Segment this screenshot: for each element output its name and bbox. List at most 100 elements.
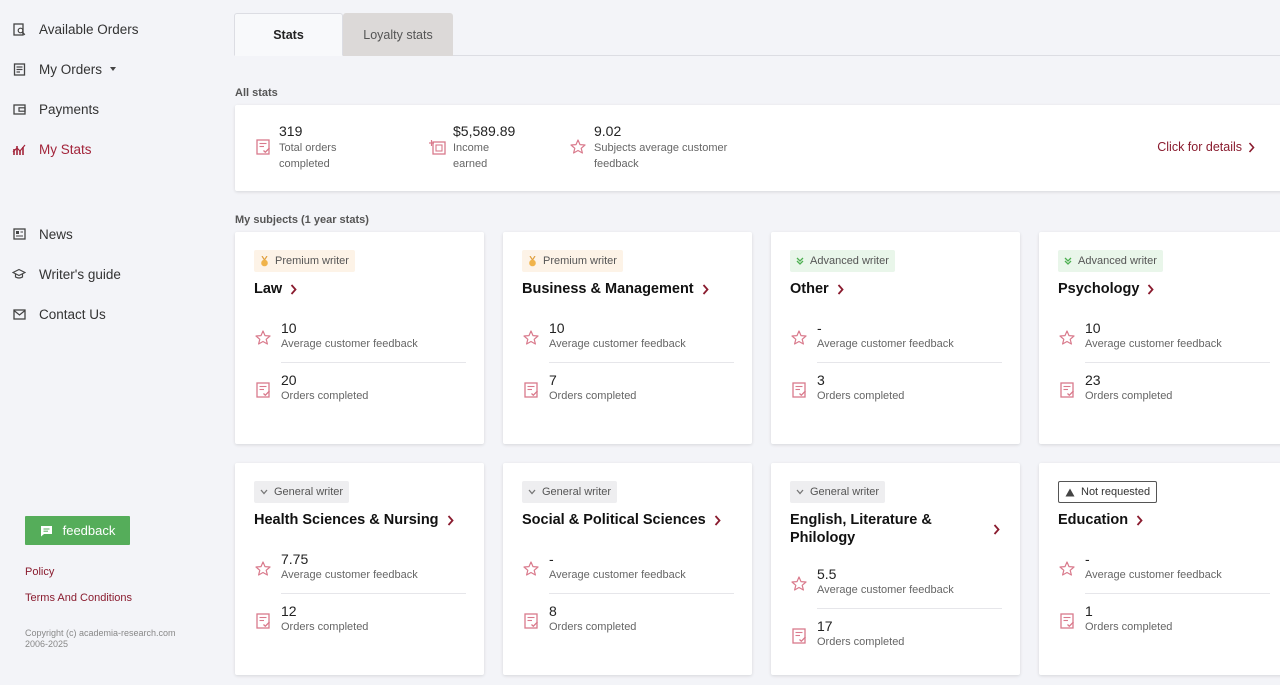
mail-icon bbox=[12, 307, 26, 321]
divider bbox=[281, 362, 466, 363]
chevron-right-icon bbox=[1147, 283, 1155, 295]
subject-link[interactable]: Business & Management bbox=[522, 280, 732, 298]
writer-level-badge: General writer bbox=[522, 481, 618, 503]
writer-level-badge: Advanced writer bbox=[1058, 250, 1163, 272]
subject-card: General writer English, Literature & Phil… bbox=[771, 463, 1020, 675]
stats-icon bbox=[12, 142, 26, 156]
orders-check-icon bbox=[254, 372, 272, 398]
sidebar-item-contact-us[interactable]: Contact Us bbox=[12, 303, 106, 325]
orders-value: 7 bbox=[549, 372, 557, 388]
feedback-stat: 10 Average customer feedback bbox=[254, 320, 418, 351]
sidebar-item-writers-guide[interactable]: Writer's guide bbox=[12, 263, 121, 285]
writer-level-badge: Premium writer bbox=[254, 250, 355, 272]
feedback-value: 7.75 bbox=[281, 551, 309, 567]
orders-stat: 20 Orders completed bbox=[254, 372, 368, 403]
sidebar-item-label: Writer's guide bbox=[39, 266, 121, 282]
orders-check-icon bbox=[254, 603, 272, 629]
chat-bubble-icon bbox=[40, 525, 53, 537]
orders-stat: 8 Orders completed bbox=[522, 603, 636, 634]
badge-label: Premium writer bbox=[275, 255, 349, 267]
chevron-down-icon bbox=[260, 489, 268, 495]
double-chevron-up-icon bbox=[1064, 257, 1072, 265]
click-for-details-link[interactable]: Click for details bbox=[1157, 140, 1255, 154]
writer-level-badge: Advanced writer bbox=[790, 250, 895, 272]
subject-link[interactable]: Psychology bbox=[1058, 280, 1268, 298]
feedback-button-label: feedback bbox=[62, 523, 116, 538]
subject-card: Advanced writer Psychology 10 Average custo… bbox=[1039, 232, 1280, 444]
wallet-icon bbox=[12, 102, 26, 116]
badge-label: General writer bbox=[542, 486, 612, 498]
orders-label: Orders completed bbox=[549, 390, 637, 402]
subject-card: Advanced writer Other - Average customer fe… bbox=[771, 232, 1020, 444]
orders-stat: 23 Orders completed bbox=[1058, 372, 1172, 403]
policy-link[interactable]: Policy bbox=[25, 566, 54, 578]
avg-feedback-label: Subjects average customer feedback bbox=[594, 142, 728, 170]
writer-level-badge: Not requested bbox=[1058, 481, 1158, 503]
total-orders-label: Total orders completed bbox=[279, 142, 337, 170]
chevron-right-icon bbox=[993, 523, 1000, 535]
subject-link[interactable]: Education bbox=[1058, 511, 1268, 529]
subject-name: Health Sciences & Nursing bbox=[254, 512, 439, 528]
chevron-right-icon bbox=[702, 283, 709, 295]
subject-link[interactable]: Social & Political Sciences bbox=[522, 511, 732, 529]
orders-label: Orders completed bbox=[817, 390, 905, 402]
sidebar-item-payments[interactable]: Payments bbox=[12, 98, 99, 120]
sidebar-item-label: News bbox=[39, 226, 73, 242]
income-value: $5,589.89 bbox=[453, 123, 516, 139]
sidebar-item-label: My Stats bbox=[39, 141, 92, 157]
star-icon bbox=[568, 123, 588, 172]
feedback-stat: 5.5 Average customer feedback bbox=[790, 566, 954, 597]
star-icon bbox=[790, 320, 808, 345]
subject-name: Psychology bbox=[1058, 281, 1140, 297]
orders-check-icon bbox=[1058, 372, 1076, 398]
divider bbox=[281, 593, 466, 594]
subject-link[interactable]: Other bbox=[790, 280, 1000, 298]
sidebar-item-my-orders[interactable]: My Orders bbox=[12, 58, 117, 80]
sidebar-item-label: Contact Us bbox=[39, 306, 106, 322]
chevron-down-icon[interactable] bbox=[110, 67, 117, 71]
orders-check-icon bbox=[253, 123, 273, 172]
feedback-stat: 10 Average customer feedback bbox=[522, 320, 686, 351]
badge-label: Not requested bbox=[1081, 486, 1151, 498]
chevron-down-icon bbox=[796, 489, 804, 495]
avg-feedback-stat: 9.02 Subjects average customer feedback bbox=[568, 123, 744, 172]
subject-card: Not requested Education - Average customer … bbox=[1039, 463, 1280, 675]
divider bbox=[549, 593, 734, 594]
orders-check-icon bbox=[522, 372, 540, 398]
chevron-down-icon bbox=[528, 489, 536, 495]
star-icon bbox=[522, 551, 540, 576]
graduation-cap-icon bbox=[12, 267, 26, 281]
warning-icon bbox=[1065, 488, 1075, 497]
orders-value: 12 bbox=[281, 603, 297, 619]
details-label: Click for details bbox=[1157, 140, 1242, 154]
orders-label: Orders completed bbox=[817, 636, 905, 648]
divider bbox=[1085, 593, 1270, 594]
orders-label: Orders completed bbox=[549, 621, 637, 633]
sidebar-item-my-stats[interactable]: My Stats bbox=[12, 138, 92, 160]
feedback-label: Average customer feedback bbox=[817, 338, 954, 350]
subject-link[interactable]: English, Literature & Philology bbox=[790, 511, 1000, 547]
all-stats-title: All stats bbox=[235, 87, 278, 99]
badge-label: Advanced writer bbox=[1078, 255, 1157, 267]
tab-loyalty-stats[interactable]: Loyalty stats bbox=[343, 13, 453, 56]
subject-card: General writer Social & Political Science… bbox=[503, 463, 752, 675]
orders-value: 17 bbox=[817, 618, 833, 634]
feedback-value: 10 bbox=[281, 320, 297, 336]
total-orders-stat: 319 Total orders completed bbox=[253, 123, 359, 172]
star-icon bbox=[790, 566, 808, 591]
feedback-button[interactable]: feedback bbox=[25, 516, 130, 545]
total-orders-value: 319 bbox=[279, 123, 303, 139]
star-icon bbox=[1058, 320, 1076, 345]
chevron-right-icon bbox=[1248, 141, 1255, 153]
copyright-text: Copyright (c) academia-research.com 2006… bbox=[25, 628, 176, 649]
badge-label: General writer bbox=[810, 486, 880, 498]
subject-link[interactable]: Law bbox=[254, 280, 464, 298]
sidebar-item-available-orders[interactable]: Available Orders bbox=[12, 18, 139, 40]
sidebar: Available Orders My Orders Payments My S… bbox=[0, 0, 215, 685]
sidebar-item-news[interactable]: News bbox=[12, 223, 73, 245]
subject-name: Education bbox=[1058, 512, 1129, 528]
tab-stats[interactable]: Stats bbox=[234, 13, 343, 56]
terms-link[interactable]: Terms And Conditions bbox=[25, 592, 132, 604]
feedback-stat: - Average customer feedback bbox=[1058, 551, 1222, 582]
subject-link[interactable]: Health Sciences & Nursing bbox=[254, 511, 464, 529]
